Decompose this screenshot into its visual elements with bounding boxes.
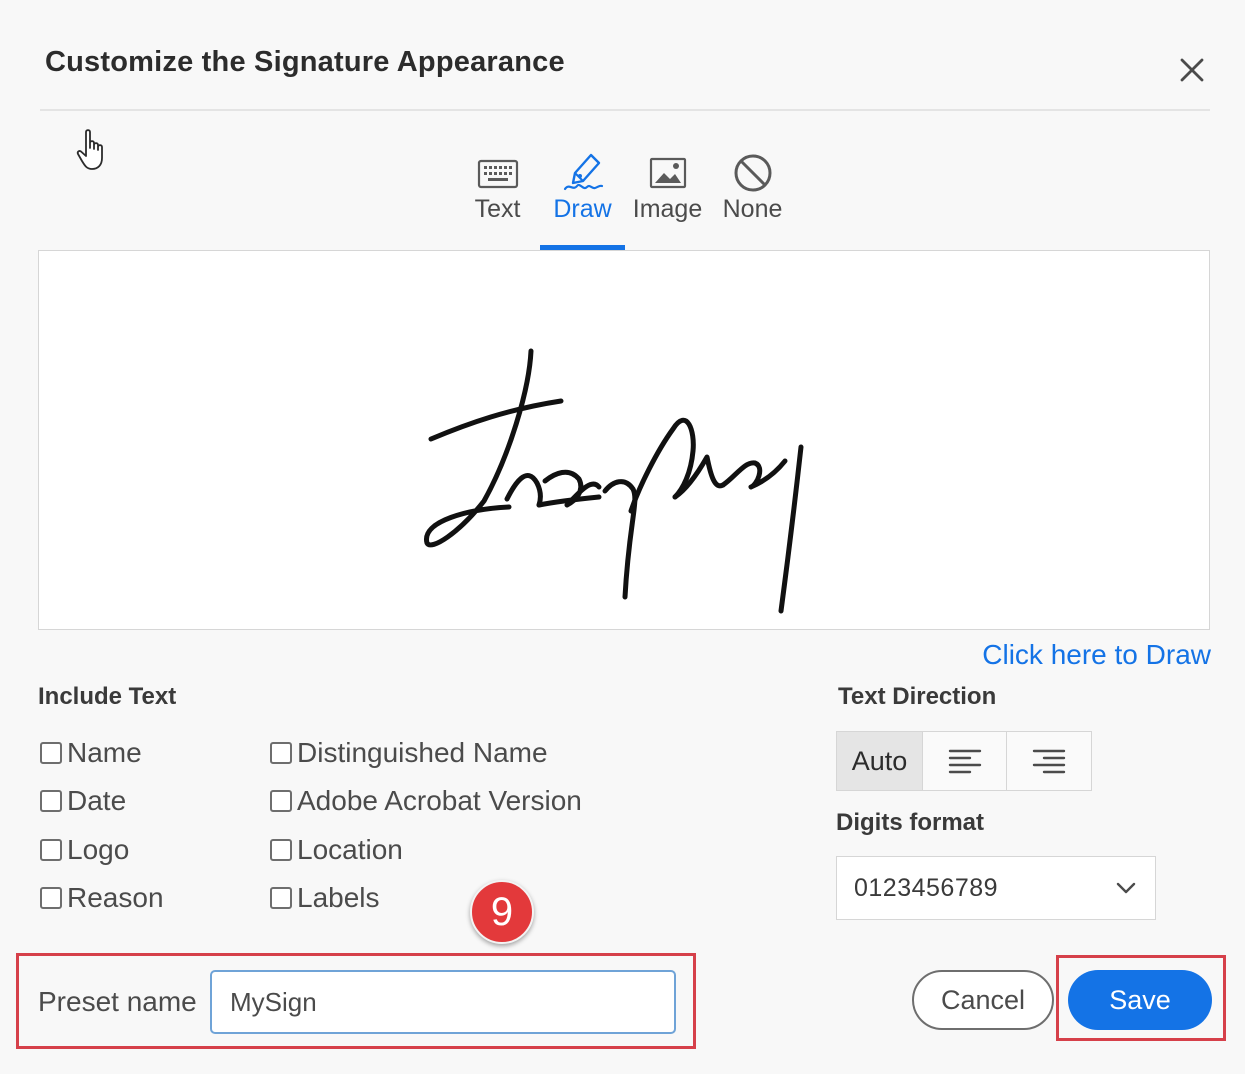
preset-name-label: Preset name	[38, 986, 197, 1017]
checkbox-label: Adobe Acrobat Version	[297, 785, 582, 816]
checkbox-box[interactable]	[270, 790, 292, 812]
checkbox-box[interactable]	[40, 790, 62, 812]
dialog-title: Customize the Signature Appearance	[45, 46, 565, 78]
checkbox-label: Name	[67, 737, 142, 768]
checkbox-name[interactable]: Name	[40, 733, 142, 773]
checkbox-box[interactable]	[270, 887, 292, 909]
checkbox-date[interactable]: Date	[40, 781, 126, 821]
close-icon	[1180, 58, 1204, 82]
keyboard-icon	[477, 159, 518, 189]
checkbox-box[interactable]	[270, 742, 292, 764]
close-button[interactable]	[1172, 50, 1212, 90]
checkbox-label: Reason	[67, 882, 164, 913]
tab-image-label: Image	[632, 195, 703, 223]
cancel-button[interactable]: Cancel	[912, 970, 1054, 1030]
checkbox-box[interactable]	[270, 839, 292, 861]
signature-type-tabs: Text Draw Image None	[455, 145, 795, 250]
tab-image[interactable]: Image	[625, 145, 710, 250]
include-text-title: Include Text	[38, 683, 177, 710]
direction-right-button[interactable]	[1007, 732, 1091, 790]
checkbox-reason[interactable]: Reason	[40, 878, 164, 918]
title-divider	[40, 109, 1210, 111]
text-direction-group: Auto	[836, 731, 1092, 791]
tab-none-label: None	[722, 195, 783, 223]
align-left-icon	[948, 749, 981, 774]
align-right-icon	[1032, 749, 1066, 774]
signature-canvas[interactable]	[38, 250, 1210, 630]
pen-icon	[563, 153, 603, 191]
checkbox-box[interactable]	[40, 839, 62, 861]
digits-format-select[interactable]: 0123456789	[836, 856, 1156, 920]
tab-draw[interactable]: Draw	[540, 145, 625, 250]
handwritten-signature	[424, 348, 804, 614]
text-direction-title: Text Direction	[838, 683, 997, 710]
image-icon	[649, 157, 686, 189]
checkbox-distinguished-name[interactable]: Distinguished Name	[270, 733, 548, 773]
digits-format-value: 0123456789	[854, 873, 999, 902]
signature-dialog: Customize the Signature Appearance Text	[0, 0, 1245, 1074]
tab-draw-label: Draw	[553, 195, 612, 223]
chevron-down-icon	[1116, 882, 1136, 894]
direction-left-button[interactable]	[923, 732, 1007, 790]
direction-auto-button[interactable]: Auto	[837, 732, 923, 790]
checkbox-label: Labels	[297, 882, 380, 913]
hand-cursor-icon	[76, 129, 103, 170]
checkbox-acrobat-version[interactable]: Adobe Acrobat Version	[270, 781, 582, 821]
checkbox-location[interactable]: Location	[270, 830, 403, 870]
checkbox-label: Location	[297, 834, 403, 865]
click-here-to-draw-link[interactable]: Click here to Draw	[982, 639, 1211, 671]
checkbox-logo[interactable]: Logo	[40, 830, 129, 870]
checkbox-label: Distinguished Name	[297, 737, 548, 768]
checkbox-label: Date	[67, 785, 127, 816]
preset-name-input[interactable]	[210, 970, 676, 1034]
tab-text-label: Text	[474, 195, 521, 223]
step-badge: 9	[470, 880, 534, 944]
tab-text[interactable]: Text	[455, 145, 540, 250]
tab-none[interactable]: None	[710, 145, 795, 250]
digits-format-title: Digits format	[836, 809, 985, 836]
checkbox-box[interactable]	[40, 742, 62, 764]
checkbox-labels[interactable]: Labels	[270, 878, 380, 918]
save-button[interactable]: Save	[1068, 970, 1212, 1030]
checkbox-box[interactable]	[40, 887, 62, 909]
checkbox-label: Logo	[67, 834, 130, 865]
none-icon	[734, 154, 771, 192]
